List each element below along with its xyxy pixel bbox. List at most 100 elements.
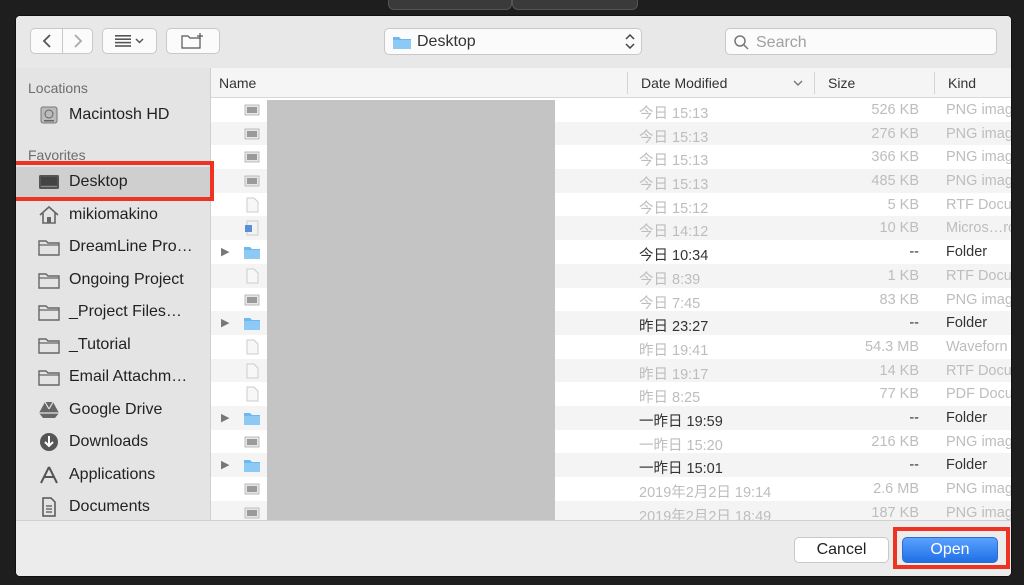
open-file-dialog: Desktop Locations Macintosh HD Favorites… <box>16 16 1011 576</box>
file-list[interactable]: Name Date Modified Size Kind 今日 15:13 526… <box>210 68 1011 520</box>
sidebar-item-label: Email Attachm… <box>69 368 188 385</box>
bottom-bar: Cancel Open <box>16 520 1011 576</box>
file-size: 83 KB <box>879 291 920 308</box>
sidebar-item-documents[interactable]: Documents <box>16 492 210 522</box>
sidebar-item-label: Macintosh HD <box>69 106 170 123</box>
column-header-bar: Name Date Modified Size Kind <box>211 68 1011 98</box>
document-icon <box>246 197 259 213</box>
image-file-icon <box>244 151 260 163</box>
file-size: 485 KB <box>871 173 919 190</box>
sidebar-item-applications[interactable]: Applications <box>16 460 210 490</box>
sidebar-item-label: DreamLine Pro… <box>69 238 193 255</box>
disclosure-triangle-icon[interactable]: ▶ <box>221 411 229 424</box>
image-file-icon <box>244 436 260 448</box>
cancel-button[interactable]: Cancel <box>794 537 889 563</box>
toolbar: Desktop <box>16 16 1011 68</box>
chevron-left-icon <box>42 34 51 48</box>
sidebar-item-label: _Tutorial <box>69 336 131 353</box>
file-kind: PNG imag <box>946 504 1011 520</box>
file-date-modified: 2019年2月2日 18:49 <box>639 508 772 520</box>
sidebar-item-ongoing-project[interactable]: Ongoing Project <box>16 265 210 295</box>
file-kind: Folder <box>946 457 988 474</box>
forward-button[interactable] <box>63 29 93 53</box>
sidebar-item-home[interactable]: mikiomakino <box>16 200 210 230</box>
sidebar-item-label: Ongoing Project <box>69 271 184 288</box>
file-date-modified: 昨日 19:41 <box>639 342 709 359</box>
column-header-kind[interactable]: Kind <box>948 75 976 91</box>
home-icon <box>39 205 59 224</box>
search-input[interactable] <box>754 32 988 53</box>
sidebar-item-project-files[interactable]: _Project Files… <box>16 297 210 327</box>
highlight-desktop <box>16 161 214 201</box>
new-folder-button[interactable] <box>166 28 220 54</box>
sidebar: Locations Macintosh HD Favorites Desktop… <box>16 68 210 520</box>
image-file-icon <box>244 483 260 495</box>
folder-icon <box>244 247 260 260</box>
sidebar-item-label: _Project Files… <box>69 303 182 320</box>
file-date-modified: 今日 14:12 <box>639 224 709 241</box>
file-kind: Folder <box>946 409 988 426</box>
sidebar-item-downloads[interactable]: Downloads <box>16 427 210 457</box>
file-date-modified: 昨日 23:27 <box>639 319 709 336</box>
image-file-icon <box>244 128 260 140</box>
file-date-modified: 今日 15:13 <box>639 106 709 122</box>
file-size: 10 KB <box>879 220 920 237</box>
nav-buttons <box>30 28 93 54</box>
file-date-modified: 一昨日 15:01 <box>639 461 723 478</box>
disclosure-triangle-icon[interactable]: ▶ <box>221 245 229 258</box>
file-size: -- <box>909 315 919 332</box>
file-kind: PNG imag <box>946 291 1011 308</box>
file-kind: Micros…ro <box>946 220 1011 237</box>
file-size: 366 KB <box>871 149 919 166</box>
file-kind: RTF Docu <box>946 267 1011 284</box>
file-kind: PNG imag <box>946 481 1011 497</box>
sidebar-item-dreamline[interactable]: DreamLine Pro… <box>16 232 210 262</box>
folder-icon <box>38 273 60 289</box>
background-tab-2 <box>512 0 638 10</box>
column-header-size[interactable]: Size <box>828 75 855 91</box>
sidebar-item-tutorial[interactable]: _Tutorial <box>16 330 210 360</box>
document-icon <box>246 268 259 284</box>
location-label: Desktop <box>417 33 476 50</box>
sidebar-item-google-drive[interactable]: Google Drive <box>16 395 210 425</box>
file-size: -- <box>909 457 919 474</box>
file-date-modified: 今日 15:13 <box>639 129 709 146</box>
file-kind: Folder <box>946 315 988 332</box>
file-size: 526 KB <box>871 102 919 118</box>
view-options-button[interactable] <box>102 28 157 54</box>
file-date-modified: 今日 15:13 <box>639 177 709 194</box>
file-date-modified: 2019年2月2日 19:14 <box>639 485 772 501</box>
file-size: 216 KB <box>871 433 919 450</box>
search-icon <box>734 35 749 50</box>
updown-chevron-icon <box>625 34 635 49</box>
file-size: -- <box>909 244 919 261</box>
folder-icon <box>393 37 411 49</box>
image-file-icon <box>244 507 260 519</box>
folder-icon <box>38 370 60 386</box>
sidebar-item-email-attachments[interactable]: Email Attachm… <box>16 362 210 392</box>
disclosure-triangle-icon[interactable]: ▶ <box>221 458 229 471</box>
file-date-modified: 今日 15:13 <box>639 153 709 170</box>
file-size: -- <box>909 409 919 426</box>
file-date-modified: 一昨日 19:59 <box>639 413 723 430</box>
back-button[interactable] <box>31 29 62 53</box>
documents-icon <box>42 497 56 517</box>
column-header-name[interactable]: Name <box>219 75 256 91</box>
file-kind: PNG imag <box>946 149 1011 166</box>
redacted-filenames <box>267 100 555 520</box>
column-separator <box>934 72 935 94</box>
search-field[interactable] <box>725 28 997 55</box>
image-file-icon <box>244 175 260 187</box>
google-drive-icon <box>39 401 59 418</box>
column-separator <box>814 72 815 94</box>
sidebar-item-label: Documents <box>69 498 150 515</box>
location-popup[interactable]: Desktop <box>384 28 642 55</box>
file-date-modified: 昨日 8:25 <box>639 390 701 407</box>
word-document-icon <box>245 220 259 236</box>
harddisk-icon <box>40 106 58 124</box>
sidebar-item-macintosh-hd[interactable]: Macintosh HD <box>16 100 210 130</box>
disclosure-triangle-icon[interactable]: ▶ <box>221 316 229 329</box>
column-header-date-modified[interactable]: Date Modified <box>641 75 727 91</box>
file-date-modified: 今日 10:34 <box>639 248 709 265</box>
file-kind: RTF Docu <box>946 196 1011 213</box>
